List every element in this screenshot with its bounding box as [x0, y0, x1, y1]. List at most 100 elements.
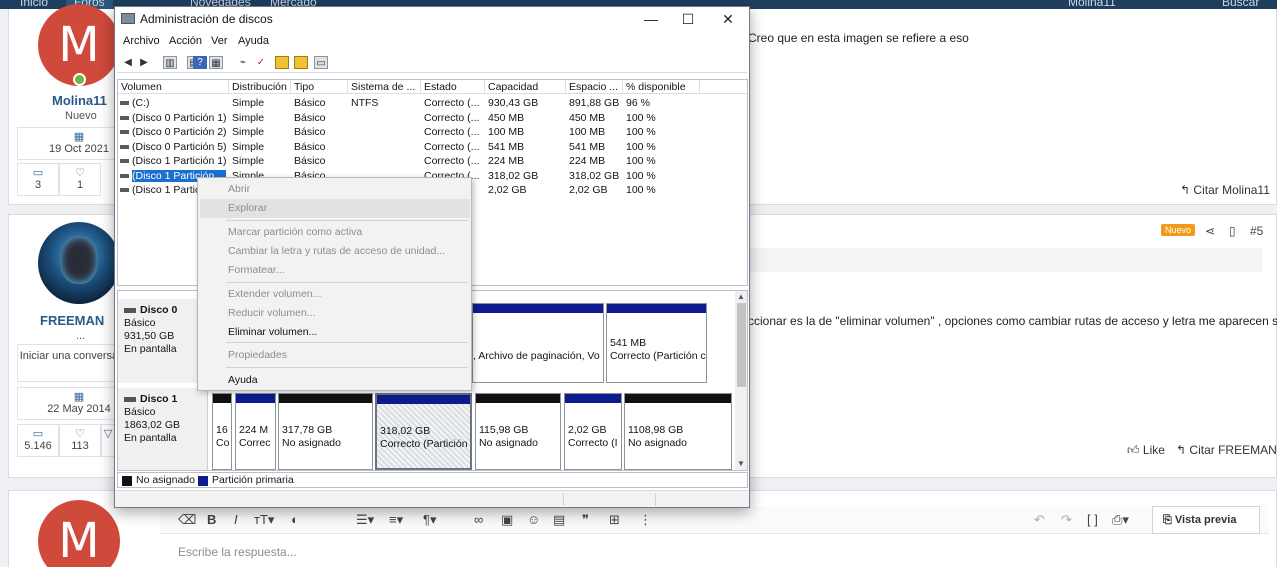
volume-cell-fs	[351, 140, 421, 154]
eraser-icon[interactable]: ⌫	[178, 506, 196, 534]
list-icon[interactable]: ☰▾	[356, 506, 374, 534]
connect-icon[interactable]: ⌁	[236, 56, 250, 69]
volume-row[interactable]: (Disco 0 Partición 5) Simple Básico Correct…	[118, 140, 747, 154]
messages-stat[interactable]: ▭ 5.146	[17, 424, 59, 457]
username-freeman[interactable]: FREEMAN	[40, 313, 104, 328]
menu-ver[interactable]: Ver	[211, 35, 228, 47]
paragraph-icon[interactable]: ¶▾	[423, 506, 437, 534]
context-item-4[interactable]: Cambiar la letra y rutas de acceso de un…	[200, 242, 470, 261]
disk0-partition-c[interactable]: , Archivo de paginación, Vo	[472, 303, 604, 383]
col-sistema[interactable]: Sistema de ...	[348, 80, 421, 94]
context-item-6[interactable]: Extender volumen...	[200, 285, 470, 304]
context-item-2[interactable]: Explorar	[200, 199, 470, 218]
share-icon[interactable]: ⋖	[1205, 224, 1215, 238]
col-estado[interactable]: Estado	[421, 80, 485, 94]
context-item-8[interactable]: Eliminar volumen...	[200, 323, 470, 342]
volume-row[interactable]: (Disco 0 Partición 1) Simple Básico Correct…	[118, 111, 747, 125]
emoji-icon[interactable]: ☺	[527, 506, 540, 534]
check-icon[interactable]: ✓	[254, 56, 268, 69]
col-volumen[interactable]: Volumen	[118, 80, 229, 94]
link-icon[interactable]: ∞	[474, 506, 483, 534]
disk0-partition-5[interactable]: 541 MB Correcto (Partición c	[606, 303, 707, 383]
forward-icon[interactable]: ▶	[137, 56, 151, 69]
legend: No asignado Partición primaria	[117, 472, 748, 488]
text-size-icon[interactable]: тT▾	[254, 506, 274, 534]
bookmark-icon[interactable]: ▯	[1229, 224, 1236, 238]
view-icon[interactable]: ▦	[209, 56, 223, 69]
title-bar[interactable]: Administración de discos — ☐ ✕	[115, 7, 749, 31]
trophy-stat[interactable]: ▽	[101, 424, 115, 457]
menu-ayuda[interactable]: Ayuda	[238, 35, 269, 47]
help-icon[interactable]: ?	[193, 56, 207, 69]
quote-freeman-button[interactable]: ↰ Citar FREEMAN	[1176, 443, 1277, 457]
back-icon[interactable]: ◀	[121, 56, 135, 69]
likes-stat[interactable]: ♡ 113	[59, 424, 101, 457]
redo-icon[interactable]: ↷	[1061, 506, 1072, 534]
nav-search[interactable]: Buscar	[1222, 0, 1259, 9]
menu-accion[interactable]: Acción	[169, 35, 202, 47]
volume-row[interactable]: (Disco 1 Partición 1) Simple Básico Correct…	[118, 154, 747, 168]
likes-stat[interactable]: ♡ 1	[59, 163, 101, 196]
col-disponible[interactable]: % disponible	[623, 80, 700, 94]
disk1-partition-7[interactable]: 1108,98 GB No asignado	[624, 393, 732, 470]
scroll-down-icon[interactable]: ▼	[737, 459, 745, 468]
nav-inicio[interactable]: Inicio	[20, 0, 48, 9]
more-icon[interactable]: ⋮	[639, 506, 652, 534]
menu-archivo[interactable]: Archivo	[123, 35, 160, 47]
graphical-scrollbar[interactable]: ▲ ▼	[735, 291, 747, 470]
disk1-partition-6[interactable]: 2,02 GB Correcto (I	[564, 393, 622, 470]
undo-icon[interactable]: ↶	[1034, 506, 1045, 534]
close-icon[interactable]: ✕	[706, 7, 750, 31]
context-item-3[interactable]: Marcar partición como activa	[200, 223, 470, 242]
context-item-7[interactable]: Reducir volumen...	[200, 304, 470, 323]
col-distribucion[interactable]: Distribución	[229, 80, 291, 94]
disk0-label[interactable]: Disco 0 Básico 931,50 GB En pantalla	[118, 299, 208, 383]
scroll-thumb[interactable]	[737, 303, 746, 387]
bbcode-icon[interactable]: [ ]	[1087, 506, 1098, 534]
media-icon[interactable]: ▤	[553, 506, 565, 534]
scroll-up-icon[interactable]: ▲	[737, 292, 745, 301]
volume-cell-volume: (Disco 0 Partición 5)	[120, 140, 229, 154]
disk1-partition-1[interactable]: 16 Co	[212, 393, 232, 470]
console-tree-icon[interactable]: ▥	[163, 56, 177, 69]
col-capacidad[interactable]: Capacidad	[485, 80, 566, 94]
quote-molina11-button[interactable]: ↰ Citar Molina11	[1180, 183, 1270, 197]
username-molina11[interactable]: Molina11	[52, 93, 107, 108]
context-item-10[interactable]: Ayuda	[200, 371, 470, 390]
settings-icon[interactable]: ▭	[314, 56, 328, 69]
folder-icon[interactable]	[275, 56, 289, 69]
context-item-5[interactable]: Formatear...	[200, 261, 470, 280]
col-espacio[interactable]: Espacio ...	[566, 80, 623, 94]
disk1-label[interactable]: Disco 1 Básico 1863,02 GB En pantalla	[118, 388, 208, 470]
volume-row[interactable]: (C:) Simple Básico NTFS Correcto (... 930,43 …	[118, 96, 747, 110]
volume-cell-free: 100 MB	[569, 126, 606, 138]
palette-icon[interactable]: ◐	[291, 506, 299, 534]
maximize-icon[interactable]: ☐	[666, 7, 710, 31]
preview-button[interactable]: ⎘ Vista previa	[1152, 506, 1260, 534]
avatar-freeman[interactable]	[38, 222, 120, 304]
image-icon[interactable]: ▣	[501, 506, 513, 534]
italic-icon[interactable]: I	[234, 506, 238, 534]
reply-input[interactable]: Escribe la respuesta...	[178, 545, 297, 559]
bold-icon[interactable]: B	[207, 506, 216, 534]
align-icon[interactable]: ≡▾	[389, 506, 403, 534]
like-button[interactable]: 👍︎ Like	[1127, 443, 1165, 458]
context-item-1[interactable]: Abrir	[200, 180, 470, 199]
post-number[interactable]: #5	[1250, 224, 1263, 238]
quote-format-icon[interactable]: ❞	[582, 506, 589, 534]
nav-user[interactable]: Molina11	[1068, 0, 1116, 9]
col-tipo[interactable]: Tipo	[291, 80, 348, 94]
table-icon[interactable]: ⊞	[609, 506, 620, 534]
context-item-9[interactable]: Propiedades	[200, 346, 470, 365]
volume-icon	[120, 101, 129, 106]
search-folder-icon[interactable]	[294, 56, 308, 69]
disk1-partition-2[interactable]: 224 M Correc	[235, 393, 276, 470]
messages-stat[interactable]: ▭ 3	[17, 163, 59, 196]
volume-row[interactable]: (Disco 0 Partición 2) Simple Básico Correct…	[118, 125, 747, 139]
drafts-icon[interactable]: ⎙▾	[1112, 506, 1129, 534]
disk1-partition-3[interactable]: 317,78 GB No asignado	[278, 393, 373, 470]
online-indicator	[73, 73, 86, 86]
disk1-partition-5[interactable]: 115,98 GB No asignado	[475, 393, 561, 470]
volume-cell-capacity: 224 MB	[488, 155, 525, 167]
disk1-partition-4[interactable]: 318,02 GB Correcto (Partición	[375, 393, 472, 470]
